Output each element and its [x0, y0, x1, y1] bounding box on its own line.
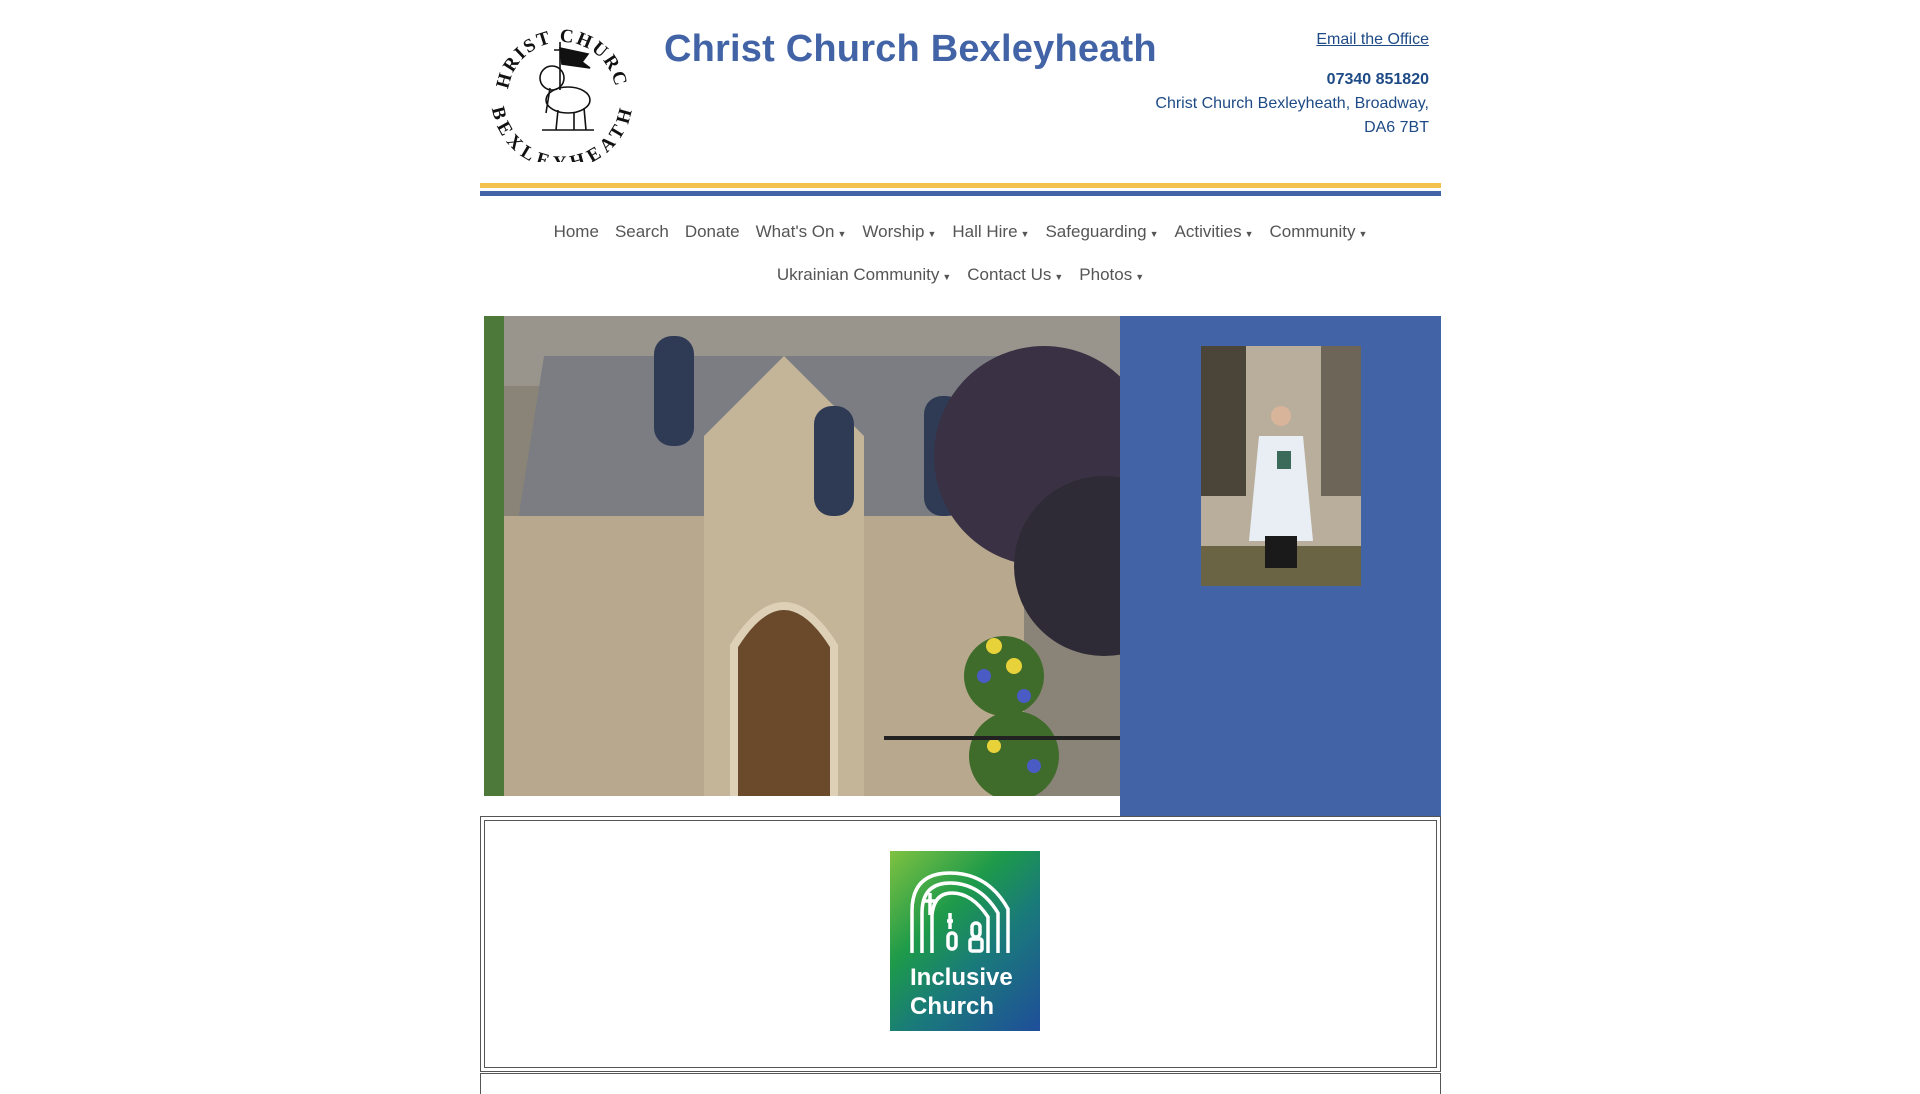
address-line-1: Christ Church Bexleyheath, Broadway,	[1155, 95, 1429, 112]
nav-donate[interactable]: Donate	[685, 222, 740, 242]
nav-home[interactable]: Home	[554, 222, 599, 242]
chevron-down-icon: ▼	[837, 229, 847, 239]
content-box-inner: Inclusive Church	[484, 820, 1437, 1068]
side-panel	[1120, 316, 1441, 816]
main-nav-row-1: Home Search Donate What's On ▼ Worship ▼ H…	[480, 222, 1441, 242]
nav-hall-hire[interactable]: Hall Hire ▼	[952, 222, 1029, 242]
nav-ukrainian-community[interactable]: Ukrainian Community ▼	[777, 265, 951, 285]
blue-divider	[480, 191, 1441, 196]
church-arch-icon	[910, 871, 1010, 953]
chevron-down-icon: ▼	[1358, 229, 1368, 239]
nav-activities[interactable]: Activities ▼	[1175, 222, 1254, 242]
badge-line-1: Inclusive	[910, 964, 1013, 991]
next-content-box	[480, 1073, 1441, 1094]
main-nav-row-2: Ukrainian Community ▼ Contact Us ▼ Photos ▼	[480, 265, 1441, 285]
nav-search[interactable]: Search	[615, 222, 669, 242]
badge-line-2: Church	[910, 993, 994, 1020]
chevron-down-icon: ▼	[1149, 229, 1159, 239]
nav-photos[interactable]: Photos ▼	[1079, 265, 1144, 285]
site-title[interactable]: Christ Church Bexleyheath	[664, 28, 1157, 71]
chevron-down-icon: ▼	[927, 229, 937, 239]
chevron-down-icon: ▼	[1054, 272, 1064, 282]
chevron-down-icon: ▼	[1135, 272, 1145, 282]
lamb-icon	[539, 42, 594, 131]
chevron-down-icon: ▼	[1244, 229, 1254, 239]
chevron-down-icon: ▼	[1020, 229, 1030, 239]
inclusive-church-badge[interactable]: Inclusive Church	[890, 851, 1040, 1031]
church-building-photo	[484, 316, 1120, 796]
church-logo[interactable]: CHRIST CHURCH BEXLEYHEATH	[490, 18, 634, 162]
badge-text: Inclusive Church	[910, 963, 1013, 1021]
chevron-down-icon: ▼	[942, 272, 952, 282]
phone-number: 07340 851820	[1326, 71, 1429, 88]
nav-worship[interactable]: Worship ▼	[862, 222, 936, 242]
vicar-portrait-photo	[1201, 346, 1361, 586]
nav-whats-on[interactable]: What's On ▼	[756, 222, 847, 242]
contact-info: Email the Office 07340 851820 Christ Chu…	[1155, 28, 1429, 140]
nav-contact-us[interactable]: Contact Us ▼	[967, 265, 1063, 285]
gold-divider	[480, 183, 1441, 188]
nav-community[interactable]: Community ▼	[1270, 222, 1368, 242]
content-box: Inclusive Church	[480, 816, 1441, 1072]
email-office-link[interactable]: Email the Office	[1316, 31, 1429, 48]
nav-safeguarding[interactable]: Safeguarding ▼	[1045, 222, 1158, 242]
page: CHRIST CHURCH BEXLEYHEATH Christ Church …	[0, 0, 1920, 1094]
address-line-2: DA6 7BT	[1364, 119, 1429, 136]
